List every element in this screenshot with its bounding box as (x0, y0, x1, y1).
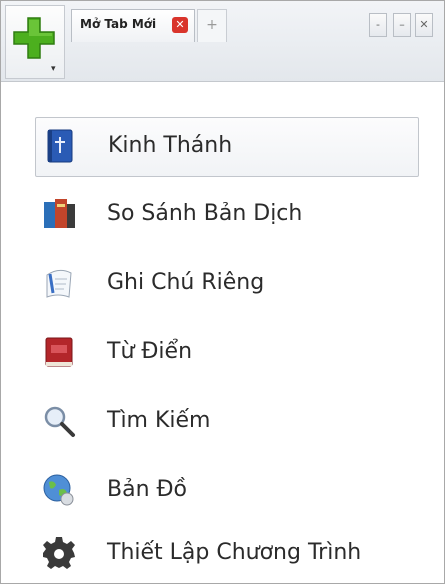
bible-icon (47, 129, 73, 163)
menu-item-ghi-chu-rieng[interactable]: Ghi Chú Riêng (35, 255, 417, 313)
menu-label: So Sánh Bản Dịch (107, 201, 303, 226)
map-globe-icon (43, 474, 74, 506)
add-button[interactable]: ▾ (5, 5, 65, 79)
menu-label: Bản Đồ (107, 477, 188, 502)
menu-item-tim-kiem[interactable]: Tìm Kiếm (35, 393, 417, 451)
menu-label: Ghi Chú Riêng (107, 270, 265, 295)
plus-icon (13, 17, 55, 59)
books-icon (44, 199, 75, 228)
menu-label: Thiết Lập Chương Trình (107, 540, 362, 565)
app-window: ▾ Mở Tab Mới ✕ + - – ✕ Kinh Thánh So Sán… (0, 0, 445, 584)
dropdown-button[interactable]: - (369, 13, 387, 37)
tab-label: Mở Tab Mới (80, 17, 157, 31)
dictionary-icon (45, 337, 73, 367)
menu-label: Từ Điển (107, 339, 193, 364)
close-icon[interactable]: ✕ (172, 17, 188, 33)
search-icon (44, 406, 75, 437)
chevron-down-icon[interactable]: ▾ (51, 64, 56, 74)
tab-new[interactable]: Mở Tab Mới ✕ (71, 9, 195, 42)
menu-item-tu-dien[interactable]: Từ Điển (35, 324, 417, 382)
menu-item-so-sanh-ban-dich[interactable]: So Sánh Bản Dịch (35, 186, 417, 244)
menu-label: Kinh Thánh (108, 133, 233, 158)
minimize-button[interactable]: – (393, 13, 411, 37)
tab-bar: ▾ Mở Tab Mới ✕ + - – ✕ (1, 1, 444, 82)
new-tab-button[interactable]: + (197, 9, 227, 42)
menu-item-thiet-lap-chuong-trinh[interactable]: Thiết Lập Chương Trình (35, 525, 417, 583)
close-window-button[interactable]: ✕ (415, 13, 433, 37)
menu-label: Tìm Kiếm (107, 408, 211, 433)
menu-item-ban-do[interactable]: Bản Đồ (35, 462, 417, 520)
menu-item-kinh-thanh[interactable]: Kinh Thánh (35, 117, 419, 177)
gear-icon (43, 537, 75, 569)
notes-icon (46, 269, 72, 298)
